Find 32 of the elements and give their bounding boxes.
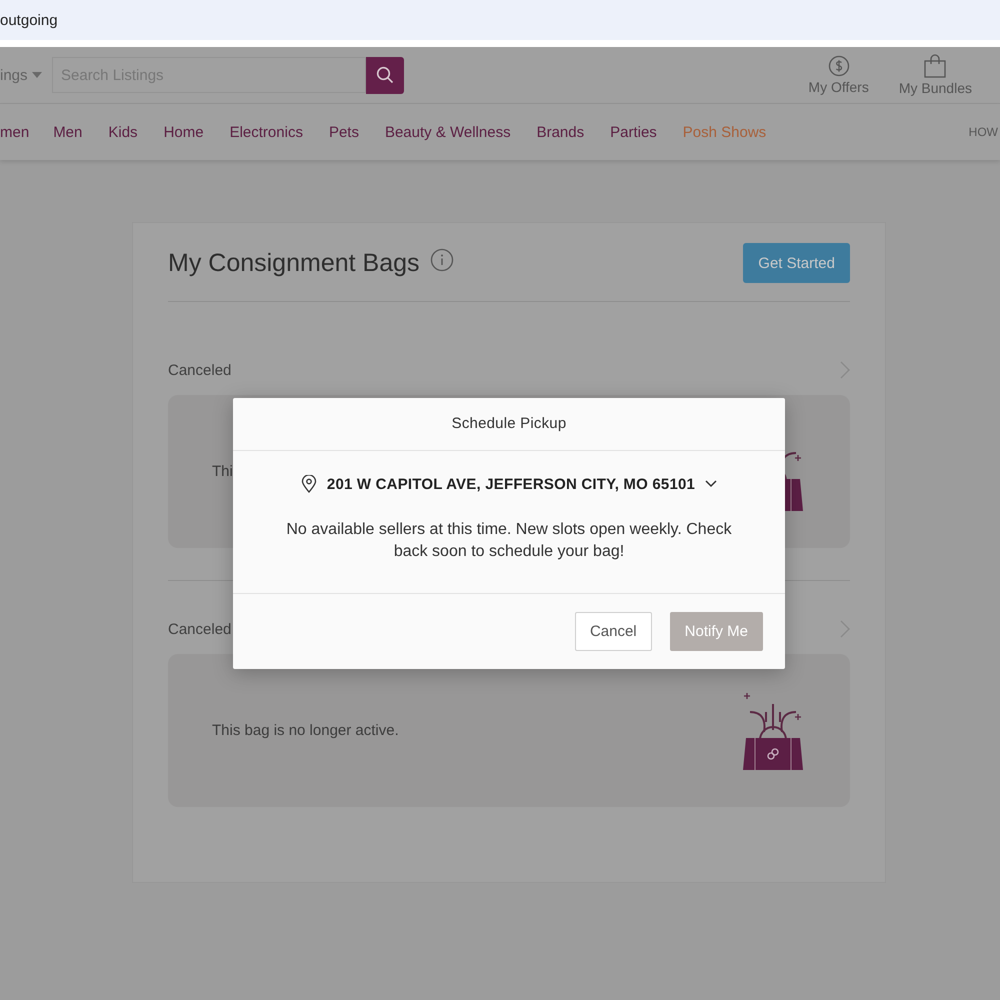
- how-link[interactable]: HOW: [968, 125, 998, 139]
- category-link[interactable]: Kids: [108, 124, 138, 140]
- bag-status: Canceled: [168, 620, 232, 638]
- search-icon: [376, 66, 394, 84]
- category-link[interactable]: Electronics: [230, 124, 303, 140]
- chevron-down-icon: [705, 480, 718, 488]
- bag-card[interactable]: This bag is no longer active.: [168, 654, 850, 807]
- category-link[interactable]: Beauty & Wellness: [384, 124, 511, 140]
- bag-message: Thi: [212, 463, 233, 480]
- info-icon[interactable]: [430, 248, 454, 272]
- dialog-message: No available sellers at this time. New slots open weekly. Check back soon to schedule your bag!: [285, 520, 733, 562]
- location-pin-icon: [300, 475, 317, 493]
- page-title: My Consignment Bags: [168, 248, 420, 278]
- search-button[interactable]: [366, 56, 404, 94]
- shopping-bag-icon: [923, 54, 948, 78]
- url-text: outgoing: [0, 12, 58, 28]
- bag-message: This bag is no longer active.: [212, 722, 399, 739]
- cancel-button[interactable]: Cancel: [574, 612, 652, 651]
- address-dropdown[interactable]: 201 W CAPITOL AVE, JEFFERSON CITY, MO 65101: [273, 475, 745, 493]
- dialog-title: Schedule Pickup: [233, 398, 785, 451]
- offers-link[interactable]: My Offers: [808, 55, 869, 95]
- category-link[interactable]: Home: [164, 124, 204, 140]
- category-link[interactable]: men: [0, 124, 30, 140]
- category-link[interactable]: Pets: [328, 124, 359, 140]
- bundles-link[interactable]: My Bundles: [898, 54, 972, 96]
- category-link[interactable]: Men: [53, 124, 82, 140]
- category-link[interactable]: Parties: [610, 124, 657, 140]
- category-link[interactable]: Brands: [536, 124, 584, 140]
- caret-icon: [32, 72, 42, 78]
- dollar-icon: [828, 55, 850, 77]
- get-started-button[interactable]: Get Started: [743, 243, 850, 283]
- bag-status: Canceled: [168, 362, 232, 378]
